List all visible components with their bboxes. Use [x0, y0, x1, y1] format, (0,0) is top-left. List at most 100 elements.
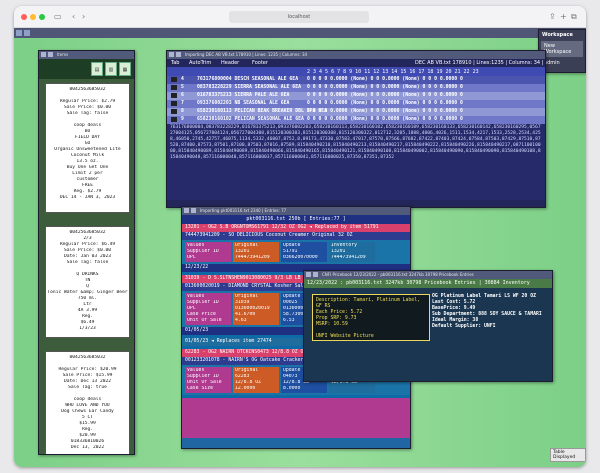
entry-cell: Unit Of Sale — [187, 318, 222, 323]
row-marker — [171, 117, 177, 122]
close-icon[interactable] — [169, 52, 174, 57]
new-tab-icon[interactable]: + — [560, 11, 567, 23]
maximize-icon[interactable] — [176, 52, 181, 57]
items-panel-titlebar[interactable]: Items — [39, 51, 134, 59]
new-workspace-item[interactable]: New Workspace — [541, 41, 583, 57]
raw-data-dump: 763176800004,083783228229,016783375213,0… — [167, 124, 545, 200]
chevron-left-icon[interactable]: ‹ — [72, 11, 75, 23]
minimize-window-button[interactable] — [30, 14, 36, 20]
info-line: Default Supplier: UNFI — [432, 324, 496, 329]
entry-cell: 744473941209 — [331, 255, 366, 260]
browser-window: ▭ ‹ › localhost ⇪ + ⧉ Workspace New Work… — [14, 6, 586, 467]
table-window-titlebar[interactable]: Importing DEC AB VB.txt 178910 | Lines: … — [167, 51, 545, 59]
entry-cell: 4.63 — [235, 318, 247, 323]
entry-column: Values Supplier ID UPC Case Price Unit Of Sa… — [185, 293, 231, 325]
entries-footer — [182, 398, 410, 438]
browser-toolbar: ▭ ‹ › localhost ⇪ + ⧉ — [14, 6, 586, 28]
workspace-menu-title: Workspace — [542, 32, 573, 38]
entry-cell: Case Size — [187, 386, 213, 391]
sidebar-toggle-icon[interactable]: ▭ — [54, 11, 62, 23]
close-window-button[interactable] — [21, 14, 27, 20]
items-toolbar: ▤ ▥ ▦ — [39, 59, 134, 79]
entry-column: Values Supplier ID Unit Of Sale Case Size — [185, 367, 231, 393]
tabs-overview-icon[interactable]: ⧉ — [571, 11, 577, 23]
url-bar[interactable]: localhost — [229, 11, 369, 23]
table-body: 4 763176800004 DESCH SEASONAL ALE 6EA 0 0 … — [167, 76, 545, 124]
app-menu-icon-2[interactable] — [24, 30, 30, 36]
pricebook-window-titlebar[interactable]: CNFI Pricebook 12/23/2022 - pb003116.txt… — [304, 271, 552, 279]
entries-window-title: Importing pkt003116.txt 2340 | Entries: … — [200, 208, 287, 213]
entry-column: Original 13201 744473941209 — [233, 242, 279, 262]
row-number: 5 — [181, 85, 184, 90]
row-marker — [171, 101, 177, 106]
app-menu-icon[interactable] — [16, 30, 22, 36]
price-tag-card[interactable]: 0042563685032 Regular Price: $2.79 Sale P… — [45, 83, 130, 213]
document-icon[interactable]: ▤ — [91, 62, 103, 76]
table-row[interactable]: 6 016783375213 SIERRA PALE ALE 6EA 0 0 0 0… — [167, 92, 545, 100]
entry-cell: UPC — [187, 255, 196, 260]
price-tag-card[interactable]: 0042563685032 Regular Price: $20.99 Sale … — [45, 351, 130, 454]
entry-product: 744473941209 - SO DELICIOUS Coconut Crea… — [182, 232, 410, 240]
menu-footer[interactable]: Footer — [252, 60, 268, 66]
product-info: OG Platinum Label Tamari LS WF 20 OZ Last… — [432, 294, 542, 330]
row-number: 8 — [181, 109, 184, 114]
row-values: 0 0 0 0 0.0000 (None) 0 0 0.0000 (None) … — [307, 77, 463, 82]
entry-cell: 036620070000 — [283, 255, 318, 260]
row-item: 083783228229 SIERRA SEASONAL ALE 6EA — [197, 85, 301, 90]
pricebook-window: CNFI Pricebook 12/23/2022 - pb003116.txt… — [303, 270, 553, 382]
zoom-window-button[interactable] — [39, 14, 45, 20]
card-line: DEC 14 - JAN 3, 2023 — [59, 195, 116, 200]
table-row[interactable]: 4 763176800004 DESCH SEASONAL ALE 6EA 0 0 … — [167, 76, 545, 84]
entries-header: pkt003116.txt 250b [ Entries:77 ] — [182, 215, 410, 224]
row-item: 093376002203 NB SEASONAL ALE 6EA — [197, 101, 290, 106]
card-line: 1/3/23 — [79, 326, 96, 331]
table-file-info: DEC AB VB.txt 178910 | Lines:1235 | Colu… — [415, 60, 544, 66]
items-panel: Items ▤ ▥ ▦ 0042563685032 Regular Price:… — [38, 50, 135, 455]
row-values: 0 0 0 0 0.0000 (None) 0 0 0.0000 (None) … — [307, 109, 463, 114]
column-numbers: 2 3 4 5 6 7 8 9 10 11 12 13 14 15 16 17 … — [307, 69, 479, 75]
print-icon[interactable]: ▥ — [105, 62, 117, 76]
close-icon[interactable] — [41, 52, 46, 57]
table-row[interactable]: 5 083783228229 SIERRA SEASONAL ALE 6EA 0 0… — [167, 84, 545, 92]
product-detail-box[interactable]: Description: Tamari, Platinum Label, GF … — [312, 294, 430, 341]
entry-cell: 12.0000 — [235, 386, 256, 391]
table-row[interactable]: 7 093376002203 NB SEASONAL ALE 6EA 0 0 0 0… — [167, 100, 545, 108]
entry-column: Original 62283 12/8.8 OZ 12.0000 — [233, 367, 279, 393]
maximize-icon[interactable] — [191, 208, 196, 213]
pricebook-header: 12/23/2022 : pb003116.txt 3247kb 30798 P… — [304, 279, 552, 288]
items-panel-title: Items — [57, 52, 69, 57]
entry-column: Update 51791 036620070000 — [281, 242, 327, 262]
table-column-header: 2 3 4 5 6 7 8 9 10 11 12 13 14 15 16 17 … — [167, 67, 545, 76]
close-icon[interactable] — [306, 272, 311, 277]
row-values: 0 0 0 0 0.0000 (None) 0 0 0.0000 (None) … — [307, 117, 463, 122]
menu-autotrim[interactable]: AutoTrim — [189, 60, 211, 66]
share-icon[interactable]: ⇪ — [549, 11, 556, 23]
row-number: 4 — [181, 77, 184, 82]
entries-window-titlebar[interactable]: Importing pkt003116.txt 2340 | Entries: … — [182, 207, 410, 215]
menu-tab[interactable]: Tab — [171, 60, 179, 66]
pricebook-window-title: CNFI Pricebook 12/23/2022 - pb003116.txt… — [322, 272, 474, 277]
price-tag-card[interactable]: 0042563685032 2/3 Regular Price: $6.49 Sale… — [45, 226, 130, 338]
row-values: 0 0 0 0 0.0000 (None) 0 0 0.0000 (None) … — [307, 101, 463, 106]
chevron-right-icon[interactable]: › — [82, 11, 85, 23]
admin-item[interactable]: admin — [541, 58, 583, 68]
table-window: Importing DEC AB VB.txt 178910 | Lines: … — [166, 50, 546, 208]
close-icon[interactable] — [184, 208, 189, 213]
menu-header[interactable]: Header — [221, 60, 239, 66]
row-values: 0 0 0 0 0.0000 (None) 0 0 0.0000 (None) … — [307, 93, 463, 98]
label-icon[interactable]: ▦ — [119, 62, 131, 76]
entry-block[interactable]: 13201 - OG2 S.B ORGNTOMS61791 12/32 OZ O… — [182, 224, 410, 275]
maximize-icon[interactable] — [313, 272, 318, 277]
entry-cell: 8.0000 — [283, 386, 301, 391]
table-row[interactable]: 9 658230160102 PELICAN SEASONAL ALE 6EA 0 … — [167, 116, 545, 124]
detail-line: UNFI Website Picture — [316, 334, 374, 339]
row-marker — [171, 77, 177, 82]
maximize-icon[interactable] — [48, 52, 53, 57]
table-row[interactable]: 8 658230160113 PELICAN BEAK BREAKER DBL I… — [167, 108, 545, 116]
row-number: 7 — [181, 101, 184, 106]
detail-line: Description: Tamari, Platinum Label, GF … — [316, 298, 420, 309]
row-values: 0 0 0 0 0.0000 (None) 0 0 0.0000 (None) … — [307, 85, 463, 90]
row-marker — [171, 109, 177, 114]
table-menu: Tab AutoTrim Header Footer DEC AB VB.txt… — [167, 59, 545, 67]
card-line: Dec 13, 2022 — [70, 445, 105, 450]
